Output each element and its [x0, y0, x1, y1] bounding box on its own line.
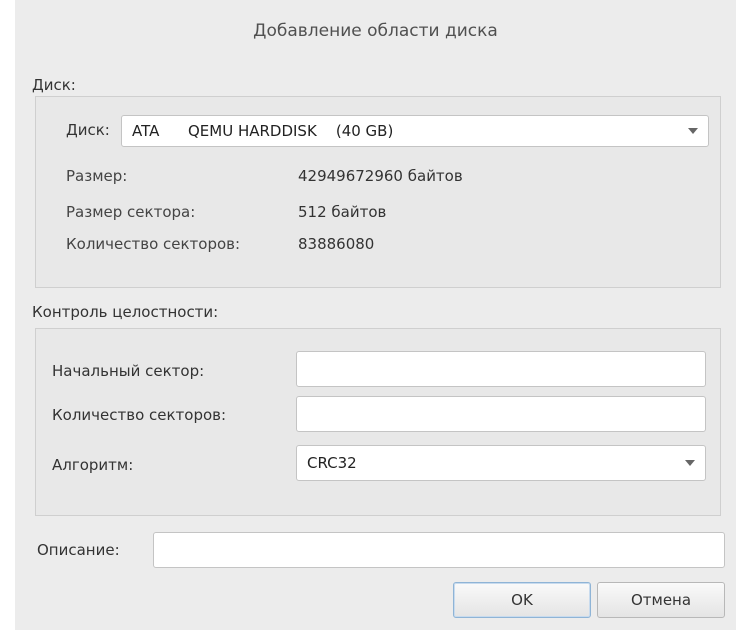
sector-size-label: Размер сектора: — [66, 203, 196, 221]
add-disk-area-dialog: Добавление области диска Диск: Диск: ATA… — [15, 0, 736, 630]
integrity-group: Начальный сектор: Количество секторов: А… — [35, 328, 721, 516]
size-value: 42949672960 байтов — [298, 167, 463, 185]
size-label: Размер: — [66, 167, 128, 185]
start-sector-label: Начальный сектор: — [52, 362, 205, 380]
sector-count-input-label: Количество секторов: — [52, 406, 227, 424]
description-label: Описание: — [37, 541, 120, 559]
disk-group: Диск: ATA QEMU HARDDISK (40 GB) Размер: … — [35, 96, 721, 288]
sector-size-value: 512 байтов — [298, 203, 387, 221]
integrity-section-label: Контроль целостности: — [32, 303, 219, 321]
algorithm-select[interactable]: CRC32 — [296, 445, 706, 481]
sector-count-input[interactable] — [296, 396, 706, 432]
description-input[interactable] — [153, 532, 725, 568]
chevron-down-icon — [688, 128, 698, 134]
disk-section-label: Диск: — [32, 76, 76, 94]
chevron-down-icon — [685, 460, 695, 466]
disk-label: Диск: — [66, 121, 110, 139]
disk-select[interactable]: ATA QEMU HARDDISK (40 GB) — [121, 115, 709, 147]
disk-select-value: ATA QEMU HARDDISK (40 GB) — [132, 122, 394, 140]
window-title: Добавление области диска — [253, 21, 498, 41]
algorithm-label: Алгоритм: — [52, 456, 134, 474]
start-sector-input[interactable] — [296, 351, 706, 387]
sector-count-value: 83886080 — [298, 235, 375, 253]
ok-button[interactable]: OK — [453, 582, 591, 618]
sector-count-label: Количество секторов: — [66, 235, 241, 253]
cancel-button[interactable]: Отмена — [597, 582, 725, 618]
algorithm-select-value: CRC32 — [307, 454, 357, 472]
